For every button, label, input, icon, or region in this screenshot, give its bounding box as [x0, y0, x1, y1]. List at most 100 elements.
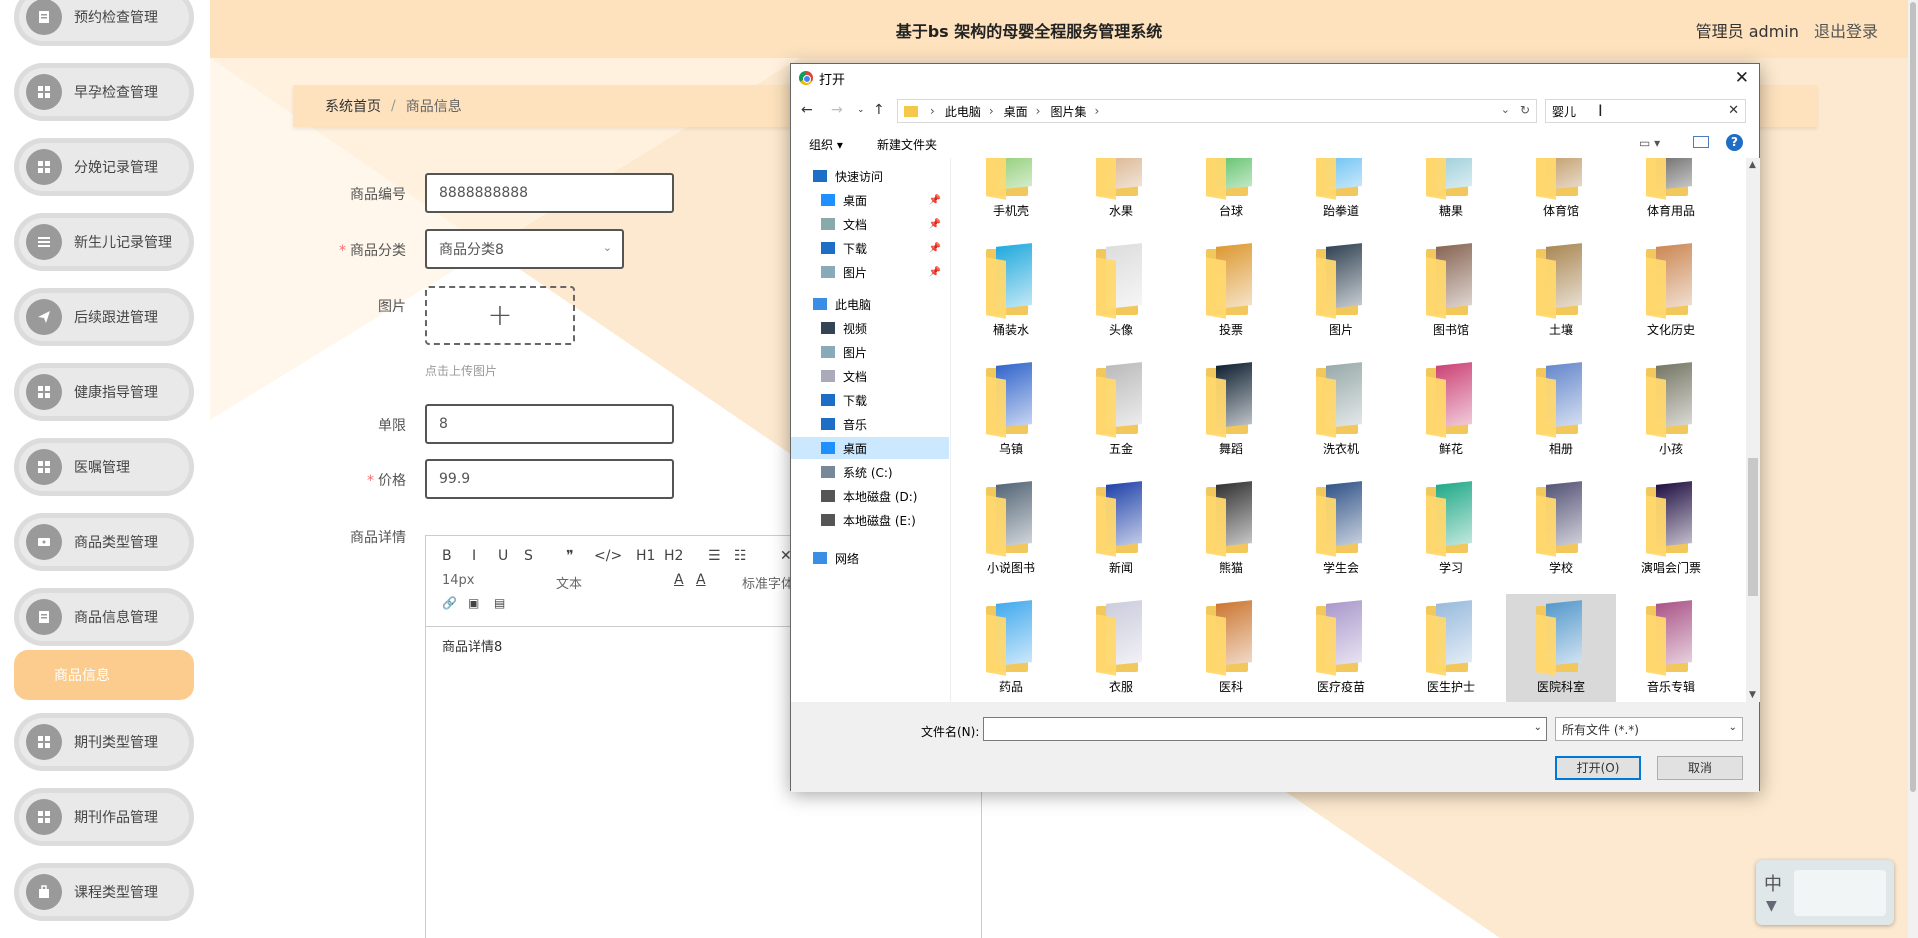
ime-mode-label[interactable]: 中	[1764, 870, 1782, 896]
path-segment[interactable]: 此电脑	[945, 103, 981, 120]
editor-tool-button[interactable]: ❞	[566, 548, 574, 564]
folder-item[interactable]: 土壤	[1506, 237, 1616, 353]
font-size-select[interactable]: 14px	[442, 573, 475, 588]
sidebar-item[interactable]: 商品类型管理	[14, 513, 194, 571]
folder-item[interactable]: 小说图书	[956, 475, 1066, 591]
folder-item[interactable]: 台球	[1176, 158, 1286, 234]
editor-tool-button[interactable]: H2	[664, 548, 683, 564]
nav-quick-item[interactable]: 桌面 📌	[791, 189, 949, 211]
background-color-icon[interactable]: A	[696, 572, 706, 588]
folder-item[interactable]: 熊猫	[1176, 475, 1286, 591]
nav-this-pc[interactable]: 此电脑	[791, 293, 949, 315]
link-icon[interactable]: 🔗	[442, 596, 457, 610]
folder-grid-scrollbar[interactable]: ▲ ▼	[1746, 158, 1760, 702]
nav-pc-item[interactable]: 系统 (C:)	[791, 461, 949, 483]
nav-pc-item[interactable]: 文档	[791, 365, 949, 387]
folder-item[interactable]: 学生会	[1286, 475, 1396, 591]
nav-pc-item[interactable]: 视频	[791, 317, 949, 339]
folder-item[interactable]: 乌镇	[956, 356, 1066, 472]
editor-tool-button[interactable]: U	[498, 548, 508, 564]
preview-pane-icon[interactable]	[1693, 136, 1709, 148]
new-folder-button[interactable]: 新建文件夹	[877, 136, 937, 153]
nav-pc-item[interactable]: 本地磁盘 (D:)	[791, 485, 949, 507]
editor-tool-button[interactable]: I	[472, 548, 476, 564]
search-clear-icon[interactable]: ✕	[1728, 103, 1739, 118]
nav-pc-item[interactable]: 下载	[791, 389, 949, 411]
image-icon[interactable]: ▣	[468, 596, 479, 610]
folder-item[interactable]: 舞蹈	[1176, 356, 1286, 472]
breadcrumb-home[interactable]: 系统首页	[325, 96, 381, 116]
sidebar-item[interactable]: 后续跟进管理	[14, 288, 194, 346]
page-scrollbar[interactable]	[1908, 0, 1918, 938]
limit-input[interactable]: 8	[425, 404, 674, 444]
nav-quick-access[interactable]: 快速访问	[791, 165, 949, 187]
search-input[interactable]: 婴儿	[1552, 103, 1576, 120]
sidebar-item[interactable]: 课程类型管理	[14, 863, 194, 921]
folder-item[interactable]: 新闻	[1066, 475, 1176, 591]
nav-pc-item[interactable]: 图片	[791, 341, 949, 363]
sidebar-item[interactable]: 分娩记录管理	[14, 138, 194, 196]
video-icon[interactable]: ▤	[494, 596, 505, 610]
path-segment[interactable]: 图片集	[1050, 103, 1086, 120]
back-arrow-icon[interactable]: ←	[801, 102, 813, 118]
folder-item[interactable]: 音乐专辑	[1616, 594, 1726, 702]
up-arrow-icon[interactable]: ↑	[873, 102, 885, 118]
folder-item[interactable]: 药品	[956, 594, 1066, 702]
folder-item[interactable]: 图片	[1286, 237, 1396, 353]
sidebar-item[interactable]: 新生儿记录管理	[14, 213, 194, 271]
folder-item[interactable]: 五金	[1066, 356, 1176, 472]
help-icon[interactable]: ?	[1726, 134, 1743, 151]
folder-item[interactable]: 手机壳	[956, 158, 1066, 234]
folder-item[interactable]: 投票	[1176, 237, 1286, 353]
nav-network[interactable]: 网络	[791, 547, 949, 569]
address-dropdown-icon[interactable]: ⌄	[1501, 103, 1510, 116]
font-color-icon[interactable]: A	[674, 572, 684, 588]
folder-item[interactable]: 跆拳道	[1286, 158, 1396, 234]
organize-menu[interactable]: 组织 ▾	[809, 136, 843, 153]
image-upload-button[interactable]: +	[425, 286, 575, 345]
folder-item[interactable]: 学习	[1396, 475, 1506, 591]
sidebar-item[interactable]: 健康指导管理	[14, 363, 194, 421]
category-select[interactable]: 商品分类8 ⌄	[425, 229, 624, 269]
sidebar-item[interactable]: 医嘱管理	[14, 438, 194, 496]
folder-item[interactable]: 演唱会门票	[1616, 475, 1726, 591]
cancel-button[interactable]: 取消	[1657, 756, 1743, 780]
logout-link[interactable]: 退出登录	[1814, 22, 1878, 41]
folder-item[interactable]: 医科	[1176, 594, 1286, 702]
folder-item[interactable]: 糖果	[1396, 158, 1506, 234]
folder-item[interactable]: 医院科室	[1506, 594, 1616, 702]
recent-chevron-icon[interactable]: ⌄	[857, 105, 865, 115]
address-bar[interactable]: › 此电脑 › 桌面 › 图片集 › ⌄ ↻	[897, 99, 1537, 123]
folder-item[interactable]: 小孩	[1616, 356, 1726, 472]
chevron-down-icon[interactable]: ⌄	[1534, 722, 1542, 733]
open-button[interactable]: 打开(O)	[1555, 756, 1641, 780]
nav-pc-item[interactable]: 本地磁盘 (E:)	[791, 509, 949, 531]
nav-pc-item[interactable]: 音乐	[791, 413, 949, 435]
folder-item[interactable]: 体育用品	[1616, 158, 1726, 234]
scrollbar-thumb[interactable]	[1748, 458, 1758, 596]
sidebar-item[interactable]: 商品信息管理	[14, 588, 194, 646]
nav-pc-item[interactable]: 桌面	[791, 437, 949, 459]
folder-item[interactable]: 洗衣机	[1286, 356, 1396, 472]
nav-quick-item[interactable]: 下载 📌	[791, 237, 949, 259]
sidebar-item[interactable]: 预约检查管理	[14, 0, 194, 46]
folder-item[interactable]: 头像	[1066, 237, 1176, 353]
folder-item[interactable]: 医生护士	[1396, 594, 1506, 702]
folder-item[interactable]: 文化历史	[1616, 237, 1726, 353]
folder-item[interactable]: 桶装水	[956, 237, 1066, 353]
sidebar-item[interactable]: 早孕检查管理	[14, 63, 194, 121]
view-options-icon[interactable]: ▭ ▾	[1639, 136, 1660, 150]
folder-item[interactable]: 衣服	[1066, 594, 1176, 702]
path-segment[interactable]: 桌面	[1004, 103, 1028, 120]
nav-quick-item[interactable]: 图片 📌	[791, 261, 949, 283]
nav-quick-item[interactable]: 文档 📌	[791, 213, 949, 235]
sidebar-item[interactable]: 期刊作品管理	[14, 788, 194, 846]
folder-item[interactable]: 医疗疫苗	[1286, 594, 1396, 702]
scroll-up-icon[interactable]: ▲	[1749, 160, 1756, 170]
sidebar-item[interactable]: 期刊类型管理	[14, 713, 194, 771]
folder-item[interactable]: 水果	[1066, 158, 1176, 234]
font-family-select[interactable]: 标准字体	[742, 573, 794, 592]
editor-content[interactable]: 商品详情8	[442, 636, 502, 655]
price-input[interactable]: 99.9	[425, 459, 674, 499]
code-input[interactable]: 8888888888	[425, 173, 674, 213]
